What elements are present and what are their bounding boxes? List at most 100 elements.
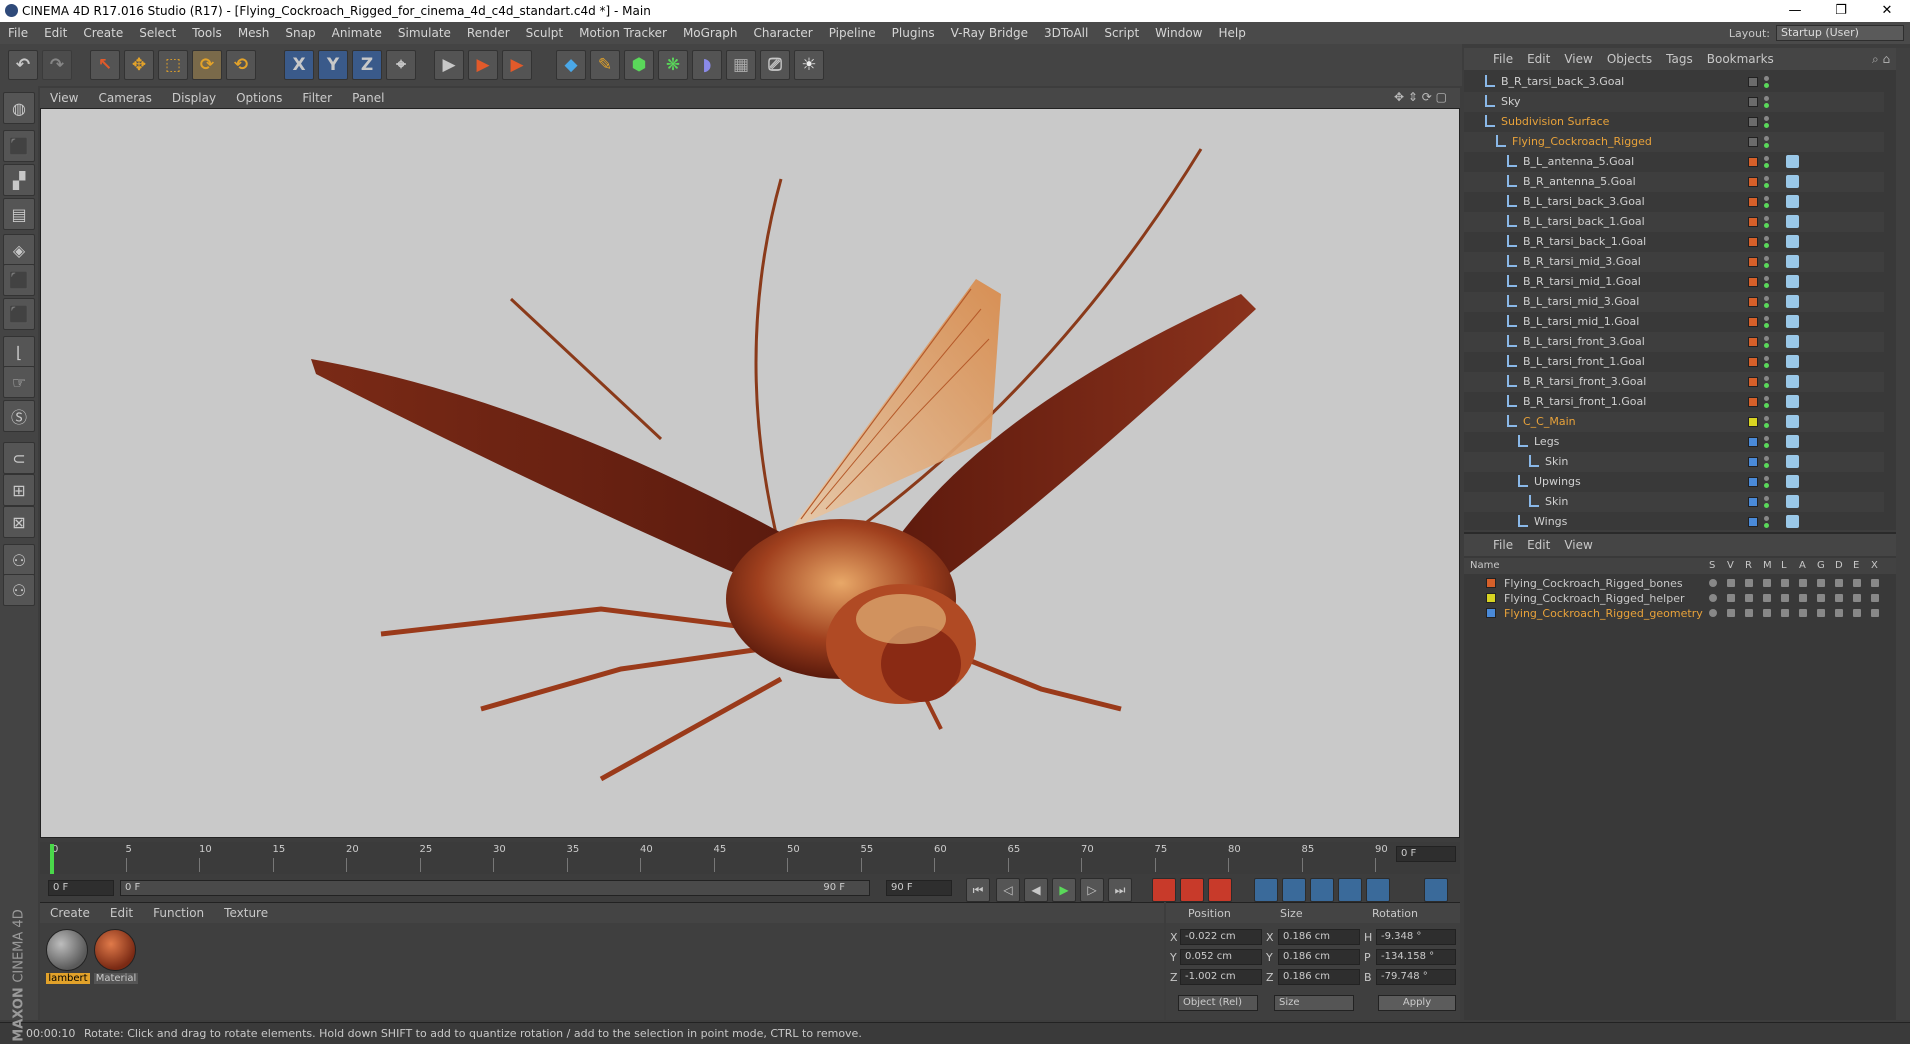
- render-visibility-dot[interactable]: [1764, 383, 1769, 388]
- object-row[interactable]: B_R_tarsi_mid_3.Goal: [1464, 252, 1884, 272]
- layer-color-swatch[interactable]: [1486, 608, 1496, 618]
- menu-3dtoall[interactable]: 3DToAll: [1036, 26, 1096, 40]
- recent-tool[interactable]: ⟲: [226, 50, 256, 80]
- layer-menu-edit[interactable]: Edit: [1520, 538, 1557, 552]
- left-tool-2-icon[interactable]: ▞: [3, 164, 35, 196]
- rotate-tool[interactable]: ⟳: [192, 50, 222, 80]
- object-row[interactable]: B_R_antenna_5.Goal: [1464, 172, 1884, 192]
- size-y-field[interactable]: 0.186 cm: [1278, 949, 1360, 965]
- key-position-toggle[interactable]: [1254, 878, 1278, 902]
- render-visibility-dot[interactable]: [1764, 463, 1769, 468]
- move-tool[interactable]: ✥: [124, 50, 154, 80]
- layer-toggle-icon[interactable]: [1745, 609, 1753, 617]
- render-visibility-dot[interactable]: [1764, 143, 1769, 148]
- render-visibility-dot[interactable]: [1764, 483, 1769, 488]
- object-row[interactable]: Legs: [1464, 432, 1884, 452]
- key-scale-toggle[interactable]: [1282, 878, 1306, 902]
- timeline-window-button[interactable]: [1424, 878, 1448, 902]
- layer-toggle-icon[interactable]: [1727, 609, 1735, 617]
- render-visibility-dot[interactable]: [1764, 283, 1769, 288]
- layer-color-swatch[interactable]: [1748, 457, 1758, 467]
- layer-toggle-icon[interactable]: [1727, 594, 1735, 602]
- deformer-button[interactable]: ◗: [692, 50, 722, 80]
- apply-button[interactable]: Apply: [1378, 995, 1456, 1011]
- object-row[interactable]: Skin: [1464, 492, 1884, 512]
- material-menu-texture[interactable]: Texture: [214, 906, 278, 920]
- object-row[interactable]: B_L_antenna_5.Goal: [1464, 152, 1884, 172]
- layer-row[interactable]: Flying_Cockroach_Rigged_geometry: [1464, 606, 1910, 621]
- key-pla-toggle[interactable]: [1366, 878, 1390, 902]
- ik-tag-icon[interactable]: [1786, 295, 1799, 308]
- go-to-start-button[interactable]: ⏮: [966, 878, 990, 902]
- floor-scene-button[interactable]: ▦: [726, 50, 756, 80]
- rotation-p-field[interactable]: -134.158 °: [1376, 949, 1456, 965]
- position-y-field[interactable]: 0.052 cm: [1180, 949, 1262, 965]
- object-row[interactable]: Subdivision Surface: [1464, 112, 1884, 132]
- menu-motion-tracker[interactable]: Motion Tracker: [571, 26, 675, 40]
- right-side-tabs[interactable]: [1896, 48, 1910, 1020]
- render-visibility-dot[interactable]: [1764, 503, 1769, 508]
- layer-toggle-icon[interactable]: [1763, 594, 1771, 602]
- layer-toggle-icon[interactable]: [1817, 594, 1825, 602]
- render-visibility-dot[interactable]: [1764, 83, 1769, 88]
- render-visibility-dot[interactable]: [1764, 323, 1769, 328]
- menu-simulate[interactable]: Simulate: [390, 26, 459, 40]
- left-tool-0-icon[interactable]: ◍: [3, 92, 35, 124]
- layer-color-swatch[interactable]: [1748, 357, 1758, 367]
- menu-character[interactable]: Character: [745, 26, 820, 40]
- material-menu-function[interactable]: Function: [143, 906, 214, 920]
- editor-visibility-dot[interactable]: [1764, 76, 1769, 81]
- object-menu-edit[interactable]: Edit: [1520, 52, 1557, 66]
- layer-toggle-icon[interactable]: [1709, 579, 1717, 587]
- ik-tag-icon[interactable]: [1786, 175, 1799, 188]
- key-rotation-toggle[interactable]: [1310, 878, 1334, 902]
- timeline-ruler[interactable]: 0 5 10 15 20 25 30 35 40 45 50 55 60 65 70 75 80 85 90 0 F: [40, 842, 1460, 876]
- playhead[interactable]: [50, 844, 54, 874]
- ik-tag-icon[interactable]: [1786, 395, 1799, 408]
- editor-visibility-dot[interactable]: [1764, 456, 1769, 461]
- viewport-menu-view[interactable]: View: [40, 91, 88, 105]
- left-tool-3-icon[interactable]: ▤: [3, 198, 35, 230]
- layer-toggle-icon[interactable]: [1817, 579, 1825, 587]
- viewport-nav-icons[interactable]: ✥ ⇕ ⟳ ▢: [1394, 90, 1447, 104]
- close-button[interactable]: ✕: [1864, 0, 1910, 22]
- object-row[interactable]: Skin: [1464, 452, 1884, 472]
- layer-color-swatch[interactable]: [1748, 197, 1758, 207]
- object-row[interactable]: B_R_tarsi_mid_1.Goal: [1464, 272, 1884, 292]
- ik-tag-icon[interactable]: [1786, 435, 1799, 448]
- coordinate-system-button[interactable]: ⌖: [386, 50, 416, 80]
- material-swatch-material[interactable]: Material: [94, 929, 138, 989]
- layer-toggle-icon[interactable]: [1871, 609, 1879, 617]
- left-tool-4-icon[interactable]: ◈: [3, 234, 35, 266]
- object-row[interactable]: B_L_tarsi_mid_3.Goal: [1464, 292, 1884, 312]
- object-row[interactable]: B_R_tarsi_back_3.Goal: [1464, 72, 1884, 92]
- editor-visibility-dot[interactable]: [1764, 176, 1769, 181]
- layer-toggle-icon[interactable]: [1799, 579, 1807, 587]
- layer-toggle-icon[interactable]: [1709, 609, 1717, 617]
- left-tool-8-icon[interactable]: ☞: [3, 366, 35, 398]
- object-menu-bookmarks[interactable]: Bookmarks: [1700, 52, 1781, 66]
- menu-script[interactable]: Script: [1096, 26, 1147, 40]
- layer-toggle-icon[interactable]: [1781, 579, 1789, 587]
- previous-key-button[interactable]: ◁: [996, 878, 1020, 902]
- ik-tag-icon[interactable]: [1786, 355, 1799, 368]
- layer-row[interactable]: Flying_Cockroach_Rigged_bones: [1464, 576, 1910, 591]
- layer-toggle-icon[interactable]: [1745, 594, 1753, 602]
- render-visibility-dot[interactable]: [1764, 263, 1769, 268]
- material-swatch-lambert[interactable]: lambert: [46, 929, 90, 989]
- object-row[interactable]: B_R_tarsi_back_1.Goal: [1464, 232, 1884, 252]
- ik-tag-icon[interactable]: [1786, 215, 1799, 228]
- ik-tag-icon[interactable]: [1786, 335, 1799, 348]
- viewport-menu-panel[interactable]: Panel: [342, 91, 394, 105]
- layer-toggle-icon[interactable]: [1853, 579, 1861, 587]
- layer-toggle-icon[interactable]: [1835, 579, 1843, 587]
- redo-button[interactable]: ↷: [42, 50, 72, 80]
- layer-color-swatch[interactable]: [1486, 578, 1496, 588]
- menu-select[interactable]: Select: [131, 26, 184, 40]
- layout-dropdown[interactable]: Startup (User): [1776, 25, 1904, 41]
- coordinate-mode-dropdown[interactable]: Object (Rel): [1178, 995, 1258, 1011]
- layer-toggle-icon[interactable]: [1871, 579, 1879, 587]
- ik-tag-icon[interactable]: [1786, 275, 1799, 288]
- subdivision-surface-button[interactable]: ⬢: [624, 50, 654, 80]
- camera-button[interactable]: ⎚: [760, 50, 790, 80]
